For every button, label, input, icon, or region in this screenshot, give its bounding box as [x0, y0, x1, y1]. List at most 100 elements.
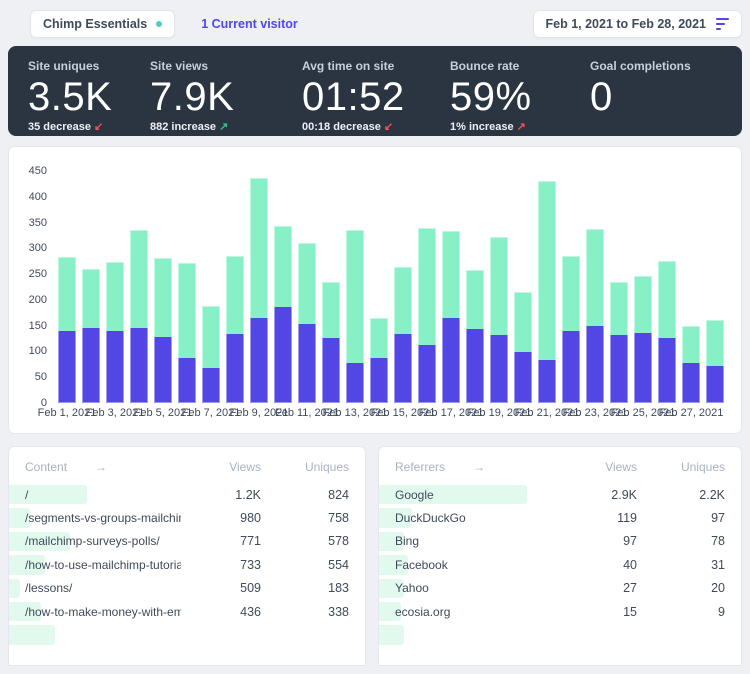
- site-selector-button[interactable]: Chimp Essentials: [30, 10, 175, 38]
- arrow-right-icon[interactable]: →: [473, 460, 485, 474]
- bar-column[interactable]: [583, 171, 607, 403]
- table-row[interactable]: /1.2K824: [9, 483, 365, 506]
- table-row[interactable]: Yahoo2720: [379, 577, 741, 600]
- current-visitors-link[interactable]: 1 Current visitor: [201, 17, 298, 31]
- bar-column[interactable]: [199, 171, 223, 403]
- bar-stack: [298, 243, 317, 403]
- row-views: 980: [181, 511, 261, 525]
- stat-change: 882 increase↗: [150, 120, 302, 133]
- bar-column[interactable]: [127, 171, 151, 403]
- bar-stack: [706, 320, 725, 403]
- stat-change: 00:18 decrease↙: [302, 120, 450, 133]
- bar-segment-uniques: [130, 328, 149, 403]
- table-row[interactable]: ecosia.org159: [379, 600, 741, 623]
- bar-column[interactable]: [439, 171, 463, 403]
- bar-stack: [154, 258, 173, 403]
- bar-stack: [58, 257, 77, 403]
- bar-segment-uniques: [274, 307, 293, 403]
- bar-segment-views: [250, 178, 269, 318]
- row-name: Facebook: [395, 558, 557, 572]
- bar-segment-uniques: [298, 324, 317, 403]
- row-uniques: 758: [261, 511, 349, 525]
- stacked-bar-chart: 450400350300250200150100500 Feb 1, 2021F…: [19, 171, 727, 425]
- bar-column[interactable]: [103, 171, 127, 403]
- bar-segment-uniques: [490, 335, 509, 403]
- bar-segment-uniques: [586, 326, 605, 403]
- bar-column[interactable]: [511, 171, 535, 403]
- arrow-right-icon[interactable]: →: [95, 460, 107, 474]
- bar-column[interactable]: [655, 171, 679, 403]
- bar-segment-views: [682, 326, 701, 363]
- bar-segment-uniques: [562, 331, 581, 403]
- bar-segment-views: [394, 267, 413, 334]
- top-bar: Chimp Essentials 1 Current visitor Feb 1…: [8, 10, 742, 38]
- table-row[interactable]: Bing9778: [379, 530, 741, 553]
- bar-column[interactable]: [367, 171, 391, 403]
- table-row: [379, 623, 741, 646]
- bar-column[interactable]: [271, 171, 295, 403]
- bar-column[interactable]: [679, 171, 703, 403]
- y-axis-label: 350: [29, 217, 47, 229]
- bar-stack: [178, 263, 197, 403]
- bar-column[interactable]: [559, 171, 583, 403]
- table-row[interactable]: /lessons/509183: [9, 577, 365, 600]
- table-row[interactable]: /how-to-use-mailchimp-tutorial/733554: [9, 553, 365, 576]
- bar-segment-views: [442, 231, 461, 318]
- bar-segment-uniques: [418, 345, 437, 403]
- table-row[interactable]: /segments-vs-groups-mailchimp/980758: [9, 506, 365, 529]
- bar-segment-views: [322, 282, 341, 338]
- bar-column[interactable]: [151, 171, 175, 403]
- table-row[interactable]: Facebook4031: [379, 553, 741, 576]
- bar-segment-views: [370, 318, 389, 358]
- row-uniques: 97: [637, 511, 725, 525]
- table-row[interactable]: /how-to-make-money-with-email-list/43633…: [9, 600, 365, 623]
- bar-column[interactable]: [295, 171, 319, 403]
- row-name: Yahoo: [395, 581, 557, 595]
- trend-arrow-icon: ↙: [384, 121, 393, 133]
- row-name: DuckDuckGo: [395, 511, 557, 525]
- bar-column[interactable]: [415, 171, 439, 403]
- bar-column[interactable]: [607, 171, 631, 403]
- bar-column[interactable]: [319, 171, 343, 403]
- bar-column[interactable]: [535, 171, 559, 403]
- bar-column[interactable]: [703, 171, 727, 403]
- content-table-card: Content → Views Uniques /1.2K824/segment…: [8, 446, 366, 666]
- table-row[interactable]: Google2.9K2.2K: [379, 483, 741, 506]
- bar-segment-uniques: [394, 334, 413, 403]
- bar-segment-views: [346, 230, 365, 363]
- stat-label: Goal completions: [590, 59, 742, 73]
- bar-segment-views: [538, 181, 557, 360]
- stat-value: 59%: [450, 76, 590, 118]
- stat-card: Bounce rate59%1% increase↗: [450, 59, 590, 136]
- row-bar: [9, 579, 20, 598]
- bar-column[interactable]: [247, 171, 271, 403]
- bar-segment-uniques: [226, 334, 245, 403]
- bar-column[interactable]: [79, 171, 103, 403]
- y-axis-label: 250: [29, 268, 47, 280]
- bar-column[interactable]: [631, 171, 655, 403]
- stat-card: Site uniques3.5K35 decrease↙: [28, 59, 150, 136]
- table-row[interactable]: /mailchimp-surveys-polls/771578: [9, 530, 365, 553]
- bar-stack: [82, 269, 101, 403]
- table-title: Content: [25, 460, 67, 474]
- bar-segment-uniques: [706, 366, 725, 403]
- bar-segment-views: [178, 263, 197, 358]
- bar-column[interactable]: [55, 171, 79, 403]
- bar-stack: [586, 229, 605, 403]
- bar-column[interactable]: [343, 171, 367, 403]
- bar-stack: [202, 306, 221, 403]
- bar-column[interactable]: [175, 171, 199, 403]
- bar-column[interactable]: [223, 171, 247, 403]
- trend-arrow-icon: ↗: [517, 121, 526, 133]
- referrers-table-body: Google2.9K2.2KDuckDuckGo11997Bing9778Fac…: [379, 483, 741, 647]
- table-row[interactable]: DuckDuckGo11997: [379, 506, 741, 529]
- bar-column[interactable]: [463, 171, 487, 403]
- stat-change: 1% increase↗: [450, 120, 590, 133]
- table-row: [9, 623, 365, 646]
- stat-value: 7.9K: [150, 76, 302, 118]
- row-views: 1.2K: [181, 488, 261, 502]
- date-range-button[interactable]: Feb 1, 2021 to Feb 28, 2021: [533, 10, 743, 38]
- filter-lines-icon: [716, 18, 729, 30]
- bar-column[interactable]: [391, 171, 415, 403]
- bar-column[interactable]: [487, 171, 511, 403]
